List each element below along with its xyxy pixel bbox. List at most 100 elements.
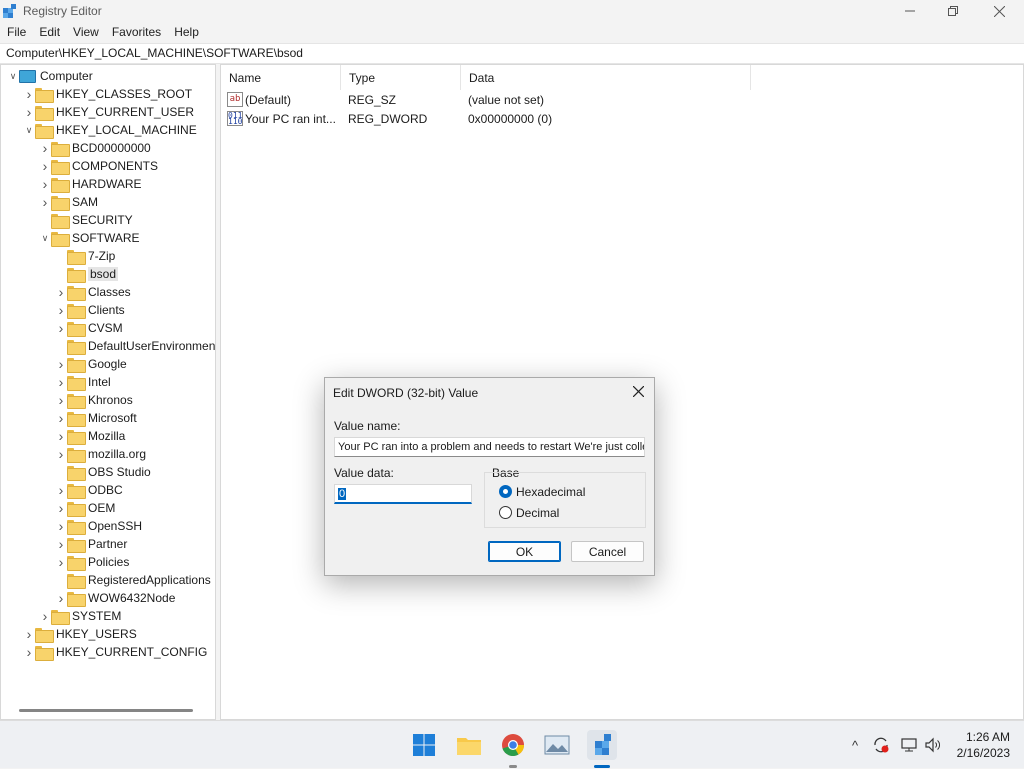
tree-item[interactable]: ∨ SOFTWARE <box>39 229 140 247</box>
photos-taskbar-button[interactable] <box>542 730 572 760</box>
chevron-right-icon[interactable]: › <box>55 553 67 571</box>
chevron-right-icon[interactable]: › <box>55 355 67 373</box>
tree-item-label: BCD00000000 <box>72 141 151 155</box>
tree-item[interactable]: OBS Studio <box>55 463 151 481</box>
chevron-right-icon[interactable]: › <box>39 193 51 211</box>
tree-item[interactable]: › HKEY_USERS <box>23 625 137 643</box>
tree-item[interactable]: › Google <box>55 355 127 373</box>
chevron-right-icon[interactable]: › <box>23 643 35 661</box>
tree-item[interactable]: › BCD00000000 <box>39 139 151 157</box>
file-explorer-taskbar-button[interactable] <box>454 730 484 760</box>
tree-item[interactable]: › OpenSSH <box>55 517 142 535</box>
tree-item[interactable]: › HARDWARE <box>39 175 142 193</box>
value-row[interactable]: 011 110 Your PC ran int... REG_DWORD 0x0… <box>221 110 751 129</box>
tree-item[interactable]: 7-Zip <box>55 247 115 265</box>
chevron-right-icon[interactable]: › <box>55 499 67 517</box>
tree-item[interactable]: › mozilla.org <box>55 445 146 463</box>
tree-item[interactable]: › Khronos <box>55 391 133 409</box>
column-header-type[interactable]: Type <box>341 65 461 90</box>
tree-item[interactable]: › CVSM <box>55 319 123 337</box>
tree-item[interactable]: › Classes <box>55 283 131 301</box>
tree-horizontal-scrollbar[interactable] <box>19 709 193 712</box>
tree-item[interactable]: › Microsoft <box>55 409 137 427</box>
dialog-close-button[interactable] <box>628 382 648 402</box>
chevron-right-icon[interactable]: › <box>55 301 67 319</box>
value-name-field[interactable]: Your PC ran into a problem and needs to … <box>334 437 645 457</box>
chevron-right-icon[interactable]: › <box>23 103 35 121</box>
chevron-down-icon[interactable]: ∨ <box>39 229 51 247</box>
hexadecimal-radio[interactable] <box>499 485 512 498</box>
network-icon[interactable] <box>900 736 918 754</box>
menu-edit[interactable]: Edit <box>32 23 66 43</box>
chevron-right-icon[interactable]: › <box>55 409 67 427</box>
tree-item[interactable]: › Policies <box>55 553 129 571</box>
registry-editor-taskbar-button[interactable] <box>587 730 617 760</box>
chevron-down-icon[interactable]: ∨ <box>23 121 35 139</box>
tree-item[interactable]: › HKEY_CURRENT_CONFIG <box>23 643 207 661</box>
tree-item-label: HKEY_USERS <box>56 627 137 641</box>
key-tree-pane[interactable]: ∨ Computer › HKEY_CLASSES_ROOT › HKEY_CURRENT… <box>0 64 216 720</box>
maximize-button[interactable] <box>930 0 976 22</box>
chevron-right-icon[interactable]: › <box>55 481 67 499</box>
hexadecimal-label[interactable]: Hexadecimal <box>516 485 585 499</box>
menu-view[interactable]: View <box>66 23 105 43</box>
chevron-right-icon[interactable]: › <box>55 283 67 301</box>
chevron-right-icon[interactable]: › <box>39 139 51 157</box>
chevron-right-icon[interactable]: › <box>55 319 67 337</box>
address-bar[interactable]: Computer\HKEY_LOCAL_MACHINE\SOFTWARE\bso… <box>0 43 1024 64</box>
ok-button[interactable]: OK <box>488 541 561 562</box>
menu-file[interactable]: File <box>0 23 32 43</box>
chevron-right-icon[interactable]: › <box>55 373 67 391</box>
tree-item-label: HKEY_CURRENT_USER <box>56 105 195 119</box>
menu-help[interactable]: Help <box>167 23 205 43</box>
tree-item[interactable]: › Partner <box>55 535 127 553</box>
tree-item[interactable]: › HKEY_CLASSES_ROOT <box>23 85 192 103</box>
chevron-right-icon[interactable]: › <box>39 175 51 193</box>
tree-item[interactable]: › SYSTEM <box>39 607 121 625</box>
tree-item[interactable]: › OEM <box>55 499 115 517</box>
chevron-right-icon[interactable]: › <box>39 607 51 625</box>
chevron-right-icon[interactable]: › <box>23 625 35 643</box>
tree-item[interactable]: › SAM <box>39 193 98 211</box>
tree-item[interactable]: bsod <box>55 265 119 283</box>
tree-item-label: CVSM <box>88 321 123 335</box>
tree-item[interactable]: › COMPONENTS <box>39 157 158 175</box>
column-header-data[interactable]: Data <box>461 65 751 90</box>
clock[interactable]: 1:26 AM 2/16/2023 <box>957 729 1010 761</box>
chevron-right-icon[interactable]: › <box>55 427 67 445</box>
decimal-radio[interactable] <box>499 506 512 519</box>
tree-item[interactable]: RegisteredApplications <box>55 571 211 589</box>
tree-item[interactable]: › WOW6432Node <box>55 589 175 607</box>
chevron-down-icon[interactable]: ∨ <box>7 67 19 85</box>
title-bar[interactable]: Registry Editor <box>0 0 1024 22</box>
tree-item[interactable]: › Intel <box>55 373 111 391</box>
chevron-right-icon[interactable]: › <box>39 157 51 175</box>
chevron-right-icon[interactable]: › <box>55 535 67 553</box>
tree-item[interactable]: › ODBC <box>55 481 123 499</box>
tree-item[interactable]: SECURITY <box>39 211 133 229</box>
column-header-name[interactable]: Name <box>221 65 341 90</box>
decimal-label[interactable]: Decimal <box>516 506 559 520</box>
chevron-right-icon[interactable]: › <box>55 445 67 463</box>
tree-item[interactable]: › HKEY_CURRENT_USER <box>23 103 194 121</box>
tree-item[interactable]: ∨ Computer <box>7 67 93 85</box>
minimize-button[interactable] <box>887 0 933 22</box>
chevron-right-icon[interactable]: › <box>55 391 67 409</box>
start-button[interactable] <box>409 730 439 760</box>
chevron-up-icon[interactable]: ^ <box>846 738 864 753</box>
tree-item[interactable]: DefaultUserEnvironmen <box>55 337 215 355</box>
menu-favorites[interactable]: Favorites <box>105 23 167 43</box>
tree-item[interactable]: › Mozilla <box>55 427 125 445</box>
value-row[interactable]: ab (Default) REG_SZ (value not set) <box>221 91 751 110</box>
sync-icon[interactable] <box>872 736 890 754</box>
tree-item[interactable]: ∨ HKEY_LOCAL_MACHINE <box>23 121 197 139</box>
chevron-right-icon[interactable]: › <box>55 589 67 607</box>
chevron-right-icon[interactable]: › <box>55 517 67 535</box>
value-data-field[interactable]: 0 <box>334 484 472 504</box>
cancel-button[interactable]: Cancel <box>571 541 644 562</box>
close-button[interactable] <box>976 0 1022 22</box>
chrome-taskbar-button[interactable] <box>498 730 528 760</box>
tree-item[interactable]: › Clients <box>55 301 125 319</box>
speaker-icon[interactable] <box>924 736 942 754</box>
chevron-right-icon[interactable]: › <box>23 85 35 103</box>
